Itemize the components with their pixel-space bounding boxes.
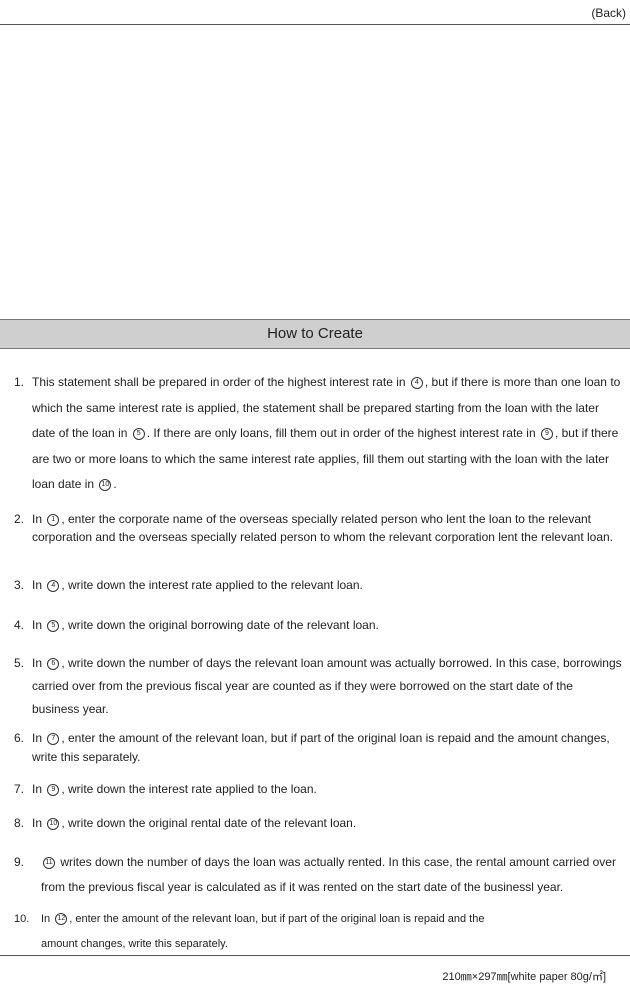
item-body: In 6, write down the number of days the … xyxy=(32,652,622,721)
item-text: In xyxy=(32,731,46,745)
circled-number-marker: 5 xyxy=(47,619,60,632)
item-text: In xyxy=(32,618,46,632)
item-text: In xyxy=(32,816,46,830)
item-number: 9. xyxy=(14,855,25,869)
circled-number-marker: 4 xyxy=(410,376,423,389)
item-body: In 1, enter the corporate name of the ov… xyxy=(32,510,622,546)
item-text: . xyxy=(113,477,117,491)
item-number: 1. xyxy=(14,375,25,389)
item-text: In xyxy=(32,782,46,796)
item-text: , write down the original rental date of… xyxy=(61,816,357,830)
item-body: In 5, write down the original borrowing … xyxy=(32,616,622,634)
instruction-item: 9. 11 writes down the number of days the… xyxy=(14,850,622,900)
circled-number-marker: 11 xyxy=(43,856,55,869)
circled-number-marker: 12 xyxy=(55,913,68,926)
item-text: , write down the interest rate applied t… xyxy=(61,578,363,592)
item-text: , enter the amount of the relevant loan,… xyxy=(41,913,485,950)
instruction-item: 6. In 7, enter the amount of the relevan… xyxy=(14,729,622,767)
item-body: In 7, enter the amount of the relevant l… xyxy=(32,729,622,767)
circled-number-marker: 9 xyxy=(540,427,553,440)
item-text: In xyxy=(32,578,46,592)
item-number: 5. xyxy=(14,656,25,670)
item-body: In 12, enter the amount of the relevant … xyxy=(41,907,510,957)
item-body: In 9, write down the interest rate appli… xyxy=(32,780,622,798)
circled-number-marker: 7 xyxy=(47,732,60,745)
instruction-item: 4. In 5, write down the original borrowi… xyxy=(14,616,622,634)
circled-number-marker: 10 xyxy=(47,817,60,830)
item-text: , write down the original borrowing date… xyxy=(61,618,379,632)
item-body: In 4, write down the interest rate appli… xyxy=(32,576,622,594)
instruction-item: 3. In 4, write down the interest rate ap… xyxy=(14,576,622,594)
instruction-item: 2. In 1, enter the corporate name of the… xyxy=(14,510,622,546)
item-text: In xyxy=(32,656,46,670)
item-text: , enter the corporate name of the overse… xyxy=(32,512,614,544)
item-text: , enter the amount of the relevant loan,… xyxy=(32,731,610,764)
instruction-item: 8. In 10, write down the original rental… xyxy=(14,814,622,832)
circled-number-marker: 1 xyxy=(47,513,60,526)
item-number: 8. xyxy=(14,816,25,830)
instruction-item: 1. This statement shall be prepared in o… xyxy=(14,370,622,498)
item-number: 7. xyxy=(14,782,25,796)
item-text: writes down the number of days the loan … xyxy=(41,855,616,894)
circled-number-marker: 10 xyxy=(99,478,112,491)
item-text: In xyxy=(41,913,54,925)
circled-number-marker: 9 xyxy=(47,783,60,796)
item-body: 11 writes down the number of days the lo… xyxy=(41,850,622,900)
item-number: 4. xyxy=(14,618,25,632)
section-title: How to Create xyxy=(0,319,630,349)
top-divider xyxy=(0,24,630,25)
circled-number-marker: 6 xyxy=(47,657,60,670)
circled-number-marker: 5 xyxy=(132,427,145,440)
item-number: 2. xyxy=(14,512,25,526)
back-label: (Back) xyxy=(591,6,626,20)
item-body: In 10, write down the original rental da… xyxy=(32,814,622,832)
circled-number-marker: 4 xyxy=(47,579,60,592)
paper-spec: 210㎜×297㎜[white paper 80g/㎡] xyxy=(442,971,606,983)
instruction-item: 5. In 6, write down the number of days t… xyxy=(14,652,622,721)
bottom-divider xyxy=(0,955,630,956)
instruction-item: 7. In 9, write down the interest rate ap… xyxy=(14,780,622,798)
item-number: 6. xyxy=(14,731,25,745)
item-text: In xyxy=(32,512,46,526)
item-text: . If there are only loans, fill them out… xyxy=(146,426,539,440)
item-text: , write down the interest rate applied t… xyxy=(61,782,317,796)
item-number: 10. xyxy=(14,913,30,925)
item-text: , write down the number of days the rele… xyxy=(32,656,622,716)
item-body: This statement shall be prepared in orde… xyxy=(32,370,622,498)
instruction-item: 10. In 12, enter the amount of the relev… xyxy=(14,907,510,957)
item-number: 3. xyxy=(14,578,25,592)
item-text: This statement shall be prepared in orde… xyxy=(32,375,409,389)
